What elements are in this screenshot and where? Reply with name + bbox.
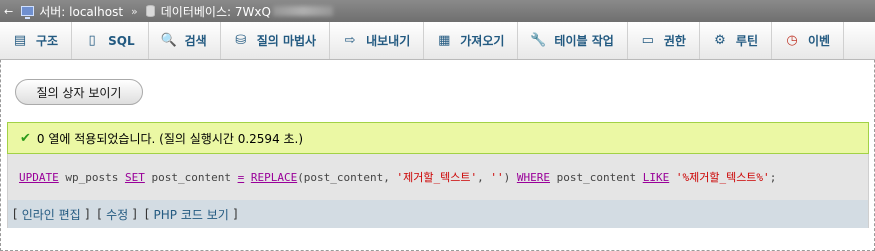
tab-label: 이벤	[808, 34, 831, 48]
tab-privileges[interactable]: ▭ 권한	[628, 22, 700, 59]
bracket: ]	[84, 207, 90, 221]
privileges-icon: ▭	[641, 33, 654, 48]
sql-text: ,	[477, 170, 491, 184]
sql-text: )	[503, 170, 517, 184]
sql-keyword-set[interactable]: SET	[125, 171, 145, 184]
sql-string: '제거할_텍스트'	[396, 171, 478, 184]
database-icon	[145, 5, 155, 17]
sql-text: post_content	[144, 170, 238, 184]
sql-keyword-where[interactable]: WHERE	[517, 171, 550, 184]
breadcrumb: ← 서버: localhost » 데이터베이스: 7WxQ	[0, 0, 875, 22]
edit-link[interactable]: 수정	[106, 206, 128, 223]
success-message: ✔ 0 열에 적용되었습니다. (질의 실행시간 0.2594 초.)	[7, 122, 869, 154]
tab-structure[interactable]: ▤ 구조	[0, 22, 73, 59]
sql-operator-eq[interactable]: =	[238, 171, 245, 184]
query-actions: [인라인 편집] [수정] [PHP 코드 보기]	[7, 200, 869, 228]
events-icon: ◷	[786, 33, 798, 48]
bracket: [	[13, 207, 18, 221]
breadcrumb-database[interactable]: 데이터베이스: 7WxQ	[145, 3, 333, 20]
success-text: 0 열에 적용되었습니다. (질의 실행시간 0.2594 초.)	[36, 131, 304, 146]
tab-label: 테이블 작업	[554, 34, 614, 48]
search-icon: 🔍	[160, 33, 177, 48]
tab-label: 루틴	[735, 34, 758, 48]
tab-routines[interactable]: ⚙ 루틴	[700, 22, 772, 59]
structure-icon: ▤	[13, 33, 27, 48]
breadcrumb-database-label[interactable]: 데이터베이스: 7WxQ	[161, 3, 271, 20]
tab-label: 내보내기	[366, 34, 411, 48]
bracket: [	[144, 207, 150, 221]
tab-label: 질의 마법사	[256, 34, 317, 48]
breadcrumb-server-label[interactable]: 서버: localhost	[39, 3, 123, 20]
tab-events[interactable]: ◷ 이벤	[772, 22, 845, 59]
import-icon: ▦	[438, 33, 451, 48]
sql-function-replace[interactable]: REPLACE	[251, 171, 297, 184]
export-icon: ⇨	[344, 33, 356, 48]
tab-label: 권한	[663, 34, 686, 48]
main-tabs: ▤ 구조 ▯ SQL 🔍 검색 ⛁ 질의 마법사 ⇨ 내보내기 ▦ 가져오기 🔧…	[0, 22, 875, 60]
tab-query[interactable]: ⛁ 질의 마법사	[221, 22, 331, 59]
sql-text: ;	[769, 170, 777, 184]
server-icon	[21, 6, 35, 19]
breadcrumb-server[interactable]: 서버: localhost	[21, 3, 123, 20]
sql-text: post_content	[550, 170, 643, 184]
tab-label: 구조	[36, 34, 59, 48]
inline-edit-link[interactable]: 인라인 편집	[22, 206, 81, 223]
query-icon: ⛁	[235, 33, 247, 48]
bracket: ]	[232, 207, 238, 221]
tab-label: 가져오기	[460, 34, 505, 48]
php-code-link[interactable]: PHP 코드 보기	[154, 206, 229, 223]
routines-icon: ⚙	[714, 33, 726, 48]
tab-export[interactable]: ⇨ 내보내기	[330, 22, 425, 59]
tab-search[interactable]: 🔍 검색	[149, 22, 221, 59]
tab-sql[interactable]: ▯ SQL	[72, 22, 149, 59]
tab-label: 검색	[184, 34, 207, 48]
show-query-box-button[interactable]: 질의 상자 보이기	[15, 79, 143, 105]
redacted-text	[272, 6, 333, 16]
bracket: [	[97, 207, 103, 221]
sql-query-display: UPDATE wp_posts SET post_content = REPLA…	[7, 154, 869, 200]
check-icon: ✔	[20, 130, 31, 146]
sql-string: '%제거할_텍스트%'	[675, 171, 770, 184]
back-arrow-icon[interactable]: ←	[4, 5, 13, 18]
breadcrumb-separator: »	[131, 4, 138, 18]
tab-import[interactable]: ▦ 가져오기	[424, 22, 519, 59]
tab-label: SQL	[108, 33, 135, 48]
sql-text: (post_content,	[297, 170, 397, 184]
bracket: ]	[132, 207, 137, 221]
sql-keyword-like[interactable]: LIKE	[643, 171, 670, 184]
sql-keyword-update[interactable]: UPDATE	[19, 171, 59, 184]
wrench-icon: 🔧	[530, 33, 547, 48]
sql-text: wp_posts	[58, 170, 125, 184]
sql-string: ''	[490, 170, 504, 184]
tab-operations[interactable]: 🔧 테이블 작업	[518, 22, 628, 59]
sql-icon: ▯	[88, 33, 96, 48]
